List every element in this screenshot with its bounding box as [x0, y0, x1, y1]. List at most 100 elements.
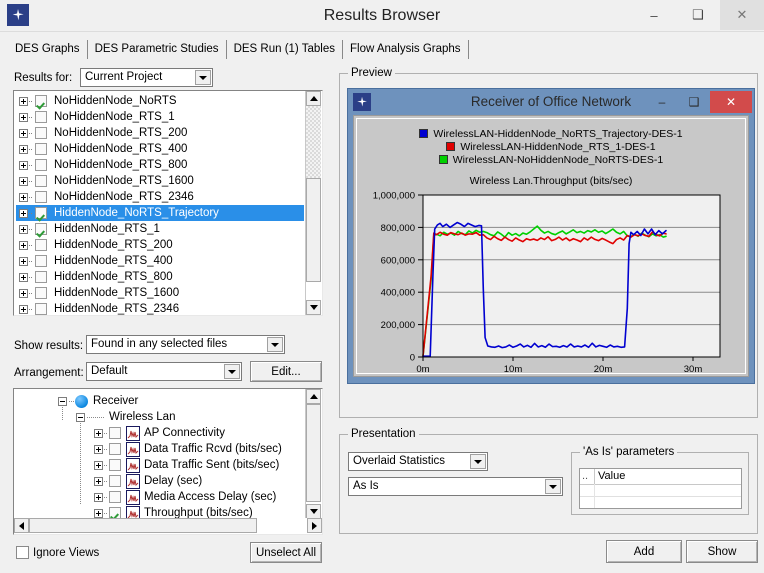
results-for-chevron-down-icon[interactable] [195, 70, 211, 85]
file-list-item[interactable]: HiddenNode_RTS_2346 [16, 301, 304, 315]
file-checkbox[interactable] [35, 255, 47, 267]
file-list-scroll-track-upper[interactable] [306, 106, 321, 178]
maximize-button[interactable]: ❑ [676, 0, 720, 30]
stat-checkbox[interactable] [109, 475, 121, 487]
show-results-chevron-down-icon[interactable] [267, 337, 283, 352]
file-list-item[interactable]: HiddenNode_RTS_1600 [16, 285, 304, 301]
file-list-item[interactable]: HiddenNode_RTS_1 [16, 221, 304, 237]
file-checkbox[interactable] [35, 239, 47, 251]
stat-tree-item[interactable]: AP Connectivity [14, 425, 302, 441]
close-button[interactable]: ✕ [720, 0, 764, 30]
minimize-button[interactable]: – [632, 0, 676, 30]
show-button[interactable]: Show [686, 540, 758, 563]
file-list-scrollbar[interactable] [305, 91, 322, 315]
expand-icon[interactable] [94, 493, 103, 502]
file-checkbox[interactable] [35, 159, 47, 171]
file-checkbox[interactable] [35, 223, 47, 235]
file-checkbox[interactable] [35, 271, 47, 283]
stat-tree-item[interactable]: Data Traffic Rcvd (bits/sec) [14, 441, 302, 457]
file-list-item[interactable]: NoHiddenNode_RTS_1 [16, 109, 304, 125]
expand-icon[interactable] [19, 129, 28, 138]
tree-scroll-left-button[interactable] [14, 518, 29, 533]
show-results-combobox[interactable]: Found in any selected files [86, 335, 285, 354]
expand-icon[interactable] [58, 397, 67, 406]
file-list-item[interactable]: HiddenNode_RTS_400 [16, 253, 304, 269]
expand-icon[interactable] [19, 273, 28, 282]
expand-icon[interactable] [19, 177, 28, 186]
file-checkbox[interactable] [35, 207, 47, 219]
file-checkbox[interactable] [35, 175, 47, 187]
edit-arrangement-button[interactable]: Edit... [250, 361, 322, 382]
stat-checkbox[interactable] [109, 443, 121, 455]
file-checkbox[interactable] [35, 287, 47, 299]
presentation-mode-chevron-down-icon[interactable] [470, 454, 486, 469]
results-for-combobox[interactable]: Current Project [80, 68, 213, 87]
tree-scroll-up-button[interactable] [306, 389, 321, 404]
tab-des-graphs[interactable]: DES Graphs [8, 40, 88, 59]
presentation-mode-combobox[interactable]: Overlaid Statistics [348, 452, 488, 471]
expand-icon[interactable] [94, 477, 103, 486]
tree-horizontal-scrollbar[interactable] [14, 518, 322, 534]
file-checkbox[interactable] [35, 191, 47, 203]
params-row[interactable] [580, 496, 741, 509]
file-list-item[interactable]: NoHiddenNode_RTS_400 [16, 141, 304, 157]
file-checkbox[interactable] [35, 95, 47, 107]
tree-vertical-scroll-thumb[interactable] [306, 404, 321, 502]
expand-icon[interactable] [19, 161, 28, 170]
ignore-views-checkbox[interactable] [16, 546, 29, 559]
draw-style-chevron-down-icon[interactable] [545, 479, 561, 494]
file-list-item[interactable]: HiddenNode_NoRTS_Trajectory [16, 205, 304, 221]
preview-close-button[interactable]: ✕ [710, 91, 752, 113]
stat-tree-item[interactable]: Media Access Delay (sec) [14, 489, 302, 505]
file-checkbox[interactable] [35, 303, 47, 315]
file-list-scroll-up-button[interactable] [306, 91, 321, 106]
file-list-item[interactable]: NoHiddenNode_RTS_2346 [16, 189, 304, 205]
tree-scroll-down-button[interactable] [306, 504, 321, 519]
arrangement-chevron-down-icon[interactable] [224, 364, 240, 379]
file-list-scroll-thumb[interactable] [306, 178, 321, 282]
unselect-all-button[interactable]: Unselect All [250, 542, 322, 563]
stat-checkbox[interactable] [109, 459, 121, 471]
file-list-item[interactable]: NoHiddenNode_RTS_800 [16, 157, 304, 173]
expand-icon[interactable] [19, 209, 28, 218]
tab-des-parametric-studies[interactable]: DES Parametric Studies [87, 40, 227, 59]
stat-tree-item[interactable]: Delay (sec) [14, 473, 302, 489]
expand-icon[interactable] [94, 461, 103, 470]
file-list-item[interactable]: NoHiddenNode_NoRTS [16, 93, 304, 109]
tab-flow-analysis-graphs[interactable]: Flow Analysis Graphs [342, 40, 469, 59]
stat-tree-item[interactable]: Receiver [14, 393, 302, 409]
expand-icon[interactable] [76, 413, 85, 422]
expand-icon[interactable] [94, 429, 103, 438]
expand-icon[interactable] [19, 305, 28, 314]
expand-icon[interactable] [19, 289, 28, 298]
tree-vertical-scrollbar[interactable] [305, 389, 322, 519]
file-list-item[interactable]: NoHiddenNode_RTS_200 [16, 125, 304, 141]
preview-maximize-button[interactable]: ❑ [678, 91, 710, 113]
file-checkbox[interactable] [35, 111, 47, 123]
expand-icon[interactable] [19, 193, 28, 202]
stat-checkbox[interactable] [109, 491, 121, 503]
expand-icon[interactable] [94, 445, 103, 454]
statistics-tree[interactable]: Receiver Wireless Lan AP Connectivity Data … [13, 388, 323, 535]
as-is-parameters-table[interactable]: .. Value [579, 468, 742, 509]
stat-tree-item[interactable]: Data Traffic Sent (bits/sec) [14, 457, 302, 473]
expand-icon[interactable] [19, 97, 28, 106]
stat-tree-item[interactable]: Wireless Lan [14, 409, 302, 425]
expand-icon[interactable] [94, 509, 103, 518]
tree-horizontal-scroll-thumb[interactable] [29, 518, 257, 533]
stat-checkbox[interactable] [109, 427, 121, 439]
file-list-item[interactable]: HiddenNode_RTS_800 [16, 269, 304, 285]
expand-icon[interactable] [19, 225, 28, 234]
file-list-scroll-down-button[interactable] [306, 300, 321, 315]
file-checkbox[interactable] [35, 143, 47, 155]
chart-canvas[interactable]: WirelessLAN-HiddenNode_NoRTS_Trajectory-… [356, 118, 746, 375]
add-button[interactable]: Add [606, 540, 682, 563]
file-checkbox[interactable] [35, 127, 47, 139]
draw-style-combobox[interactable]: As Is [348, 477, 563, 496]
tree-scroll-right-button[interactable] [307, 518, 322, 533]
file-list[interactable]: NoHiddenNode_NoRTS NoHiddenNode_RTS_1 NoHi… [13, 90, 323, 316]
file-list-item[interactable]: HiddenNode_RTS_200 [16, 237, 304, 253]
expand-icon[interactable] [19, 257, 28, 266]
expand-icon[interactable] [19, 145, 28, 154]
preview-minimize-button[interactable]: – [646, 91, 678, 113]
